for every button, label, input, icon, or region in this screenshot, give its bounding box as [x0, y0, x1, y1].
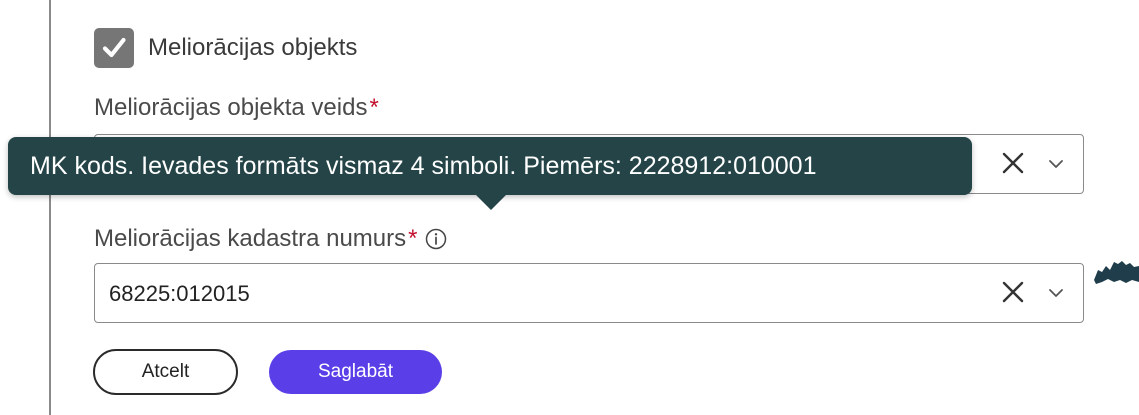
clear-icon[interactable] — [999, 149, 1027, 177]
cancel-button[interactable]: Atcelt — [93, 349, 238, 395]
save-button[interactable]: Saglabāt — [269, 350, 442, 394]
required-marker: * — [408, 225, 418, 252]
chevron-down-icon[interactable] — [1047, 157, 1065, 171]
checkbox-label: Meliorācijas objekts — [148, 34, 358, 61]
cadastre-tooltip: MK kods. Ievades formāts vismaz 4 simbol… — [8, 137, 972, 195]
info-icon[interactable] — [425, 228, 447, 250]
latvia-map-icon — [1094, 261, 1139, 284]
chevron-down-icon[interactable] — [1047, 286, 1065, 300]
checkmark-icon — [102, 37, 126, 58]
object-type-label: Meliorācijas objekta veids * — [94, 94, 379, 122]
tooltip-arrow — [475, 194, 507, 210]
clear-icon[interactable] — [999, 278, 1027, 306]
tooltip-text: MK kods. Ievades formāts vismaz 4 simbol… — [30, 151, 817, 180]
cadastre-label: Meliorācijas kadastra numurs * — [94, 225, 447, 253]
meliorations-object-checkbox[interactable] — [94, 28, 134, 68]
cadastre-number-select[interactable]: 68225:012015 — [94, 263, 1084, 323]
cadastre-number-value: 68225:012015 — [109, 281, 250, 306]
meliorations-object-checkbox-row[interactable]: Meliorācijas objekts — [94, 26, 357, 70]
content-divider — [49, 0, 51, 415]
required-marker: * — [369, 94, 379, 121]
object-type-label-text: Meliorācijas objekta veids — [94, 94, 368, 121]
cadastre-label-text: Meliorācijas kadastra numurs — [94, 225, 407, 252]
